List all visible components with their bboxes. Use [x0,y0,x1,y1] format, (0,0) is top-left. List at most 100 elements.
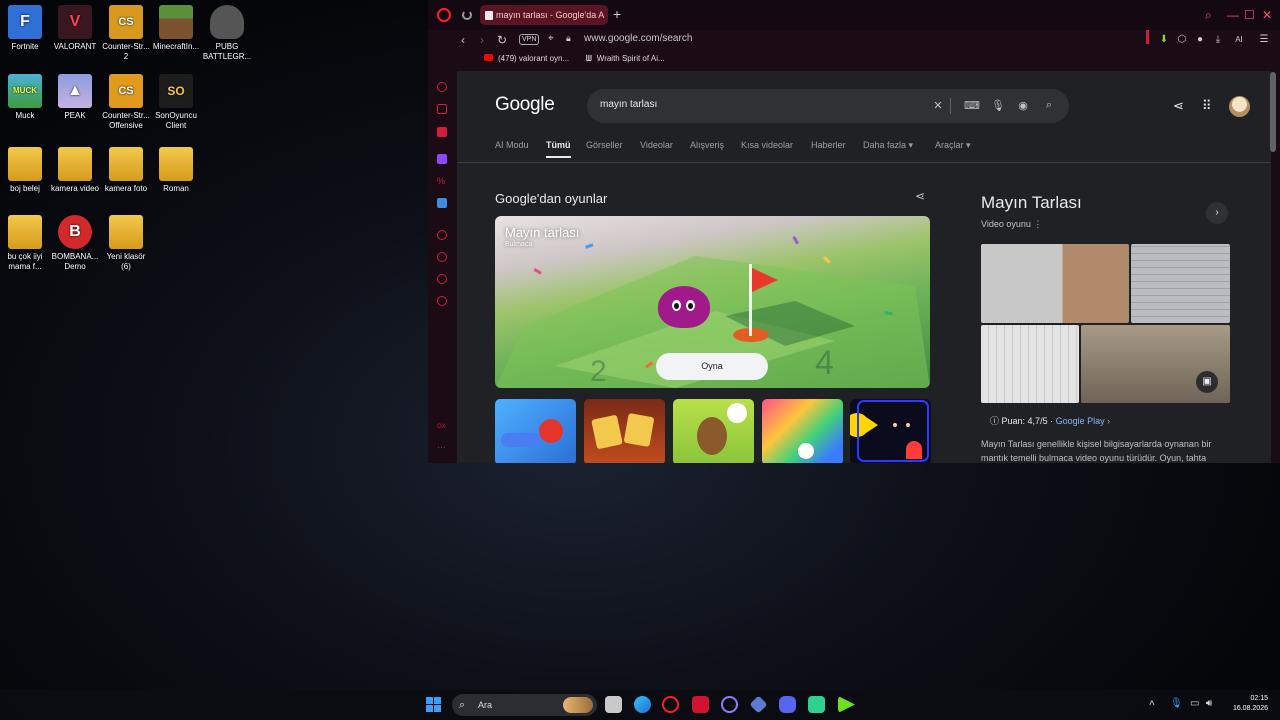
desktop-icon-fortnite[interactable]: F Fortnite [0,5,50,52]
taskbar-search[interactable]: ⌕ Ara [452,694,597,716]
page-scrollbar[interactable] [1270,72,1276,152]
lens-icon[interactable]: ◉ [1017,99,1029,112]
clock[interactable]: 02:15 16.08.2026 [1228,694,1268,714]
kp-image-3[interactable] [981,325,1079,403]
desktop-folder-kamera-video[interactable]: kamera video [50,147,100,194]
extensions-icon[interactable]: ⬡ [1176,34,1188,46]
game-thumb-snake[interactable] [495,399,576,463]
vpn-badge[interactable]: VPN [519,34,540,45]
bookmark-wraith[interactable]: ᗯ Wraith Spirit of Ai... [586,54,665,64]
desktop-folder-yeni-klasor[interactable]: Yeni klasör (6) [101,215,151,272]
player-icon[interactable] [437,230,447,240]
url-field[interactable]: www.google.com/search [584,33,692,44]
app-green-taskbar-icon[interactable] [808,696,825,713]
gx-icon[interactable]: GX [437,424,447,434]
game-thumb-pacman[interactable] [850,399,931,463]
microphone-icon[interactable]: 🎙︎ [1170,698,1183,709]
search-input[interactable]: mayın tarlası [600,99,657,110]
menu-icon[interactable]: ☰ [1258,34,1270,46]
extensions-sidebar-icon[interactable] [437,274,447,284]
google-logo[interactable]: Google [495,94,555,116]
voice-search-icon[interactable]: 🎙︎ [991,99,1005,112]
history-icon[interactable] [437,252,447,262]
back-button[interactable]: ‹ [461,33,465,47]
location-icon[interactable]: ⌖ [548,33,554,44]
desktop-icon-csgo[interactable]: CS Counter-Str... Offensive [101,74,151,131]
keyboard-icon[interactable]: ⌨ [964,99,980,112]
tab-images[interactable]: Görseller [586,140,623,150]
tab-google-search[interactable]: mayın tarlası - Google'da A [480,5,608,25]
bookmark-youtube[interactable]: (479) valorant oyn... [484,54,569,63]
kp-image-1[interactable] [981,244,1129,323]
tab-more[interactable]: Daha fazla ▾ [863,140,913,151]
image-gallery-icon[interactable]: ▣ [1196,371,1218,393]
minesweeper-game-card[interactable]: 4 2 Mayın tarlası Bulmaca Oyna [495,216,930,388]
share-games-icon[interactable]: ⋖ [915,189,925,203]
close-window-button[interactable]: ✕ [1262,8,1272,22]
volume-icon[interactable]: 🔊︎ [1206,698,1212,709]
search-box[interactable]: mayın tarlası ✕ ⌨ 🎙︎ ◉ ⌕ [587,89,1069,123]
kp-image-4[interactable]: ▣ [1081,325,1230,403]
lock-icon[interactable]: 🔒︎ [566,33,571,44]
search-tabs-icon[interactable]: ⌕ [1205,8,1212,23]
desktop-icon-cs2[interactable]: CS Counter-Str... 2 [101,5,151,62]
more-dots-icon[interactable]: ··· [437,443,447,454]
messenger-icon[interactable] [437,104,447,114]
kp-image-2[interactable] [1131,244,1230,323]
clear-search-icon[interactable]: ✕ [932,99,944,112]
tab-short-videos[interactable]: Kısa videolar [741,140,793,150]
maximize-button[interactable]: ☐ [1244,8,1255,22]
translate-icon[interactable] [437,198,447,208]
desktop-icon-sonoyuncu[interactable]: SO SonOyuncu Client [151,74,201,131]
app-circle-taskbar-icon[interactable] [721,696,738,713]
discord-taskbar-icon[interactable] [779,696,796,713]
m-app-icon[interactable] [437,127,447,137]
tray-overflow-icon[interactable]: ˄ [1149,698,1155,709]
chevron-right-icon[interactable]: › [1206,202,1228,224]
opera-gx-taskbar-icon[interactable] [662,696,679,713]
file-explorer-taskbar-icon[interactable] [605,696,622,713]
desktop-icon-peak[interactable]: ▲ PEAK [50,74,100,121]
share-icon[interactable]: ⋖ [1173,98,1184,114]
play-button[interactable]: Oyna [656,353,768,380]
download-arrow-icon[interactable]: ⬇ [1158,34,1170,46]
account-avatar[interactable] [1229,96,1250,117]
reload-button[interactable]: ↻ [497,33,507,47]
google-play-link[interactable]: Google Play [1056,416,1105,426]
game-thumb-rainbow[interactable] [762,399,843,463]
minimize-button[interactable]: — [1227,8,1239,22]
desktop-icon-minecraft[interactable]: MinecraftIn... [151,5,201,52]
downloads-icon[interactable]: ⤓ [1212,34,1224,46]
apps-grid-icon[interactable]: ⠿ [1202,98,1212,114]
info-icon[interactable]: ⓘ [990,416,999,426]
search-icon[interactable]: ⌕ [1043,99,1055,112]
desktop-folder-kamera-foto[interactable]: kamera foto [101,147,151,194]
tab-tools[interactable]: Araçlar ▾ [935,140,971,151]
forward-button[interactable]: › [480,33,484,47]
app-red-taskbar-icon[interactable] [692,696,709,713]
desktop-folder-roman[interactable]: Roman [151,147,201,194]
tab-ai-mode[interactable]: AI Modu [495,140,529,150]
aria-ai-button[interactable]: AI [1230,34,1248,46]
opera-logo-icon[interactable] [437,8,451,22]
desktop-icon-muck[interactable]: MUCK Muck [0,74,50,121]
tab-news[interactable]: Haberler [811,140,846,150]
desktop-icon-valorant[interactable]: V VALORANT [50,5,100,52]
game-thumb-solitaire[interactable] [584,399,665,463]
desktop-folder-boj-belej[interactable]: boj belej [0,147,50,194]
new-tab-button[interactable]: + [610,7,624,21]
twitch-icon[interactable] [437,154,447,164]
tab-all[interactable]: Tümü [546,140,571,158]
desktop-icon-pubg[interactable]: PUBG BATTLEGR... [202,5,252,62]
aria-icon[interactable] [437,82,447,92]
more-vert-icon[interactable]: ⋮ [1033,219,1042,229]
start-button-windows-icon[interactable] [426,697,441,712]
profile-icon[interactable]: ● [1194,34,1206,46]
display-icon[interactable]: ▭ [1190,698,1199,709]
tab-shopping[interactable]: Alışveriş [690,140,724,150]
edge-taskbar-icon[interactable] [634,696,651,713]
game-thumb-baseball[interactable] [673,399,754,463]
settings-gear-icon[interactable] [437,296,447,306]
percent-icon[interactable]: % [437,176,447,186]
tab-videos[interactable]: Videolar [640,140,673,150]
